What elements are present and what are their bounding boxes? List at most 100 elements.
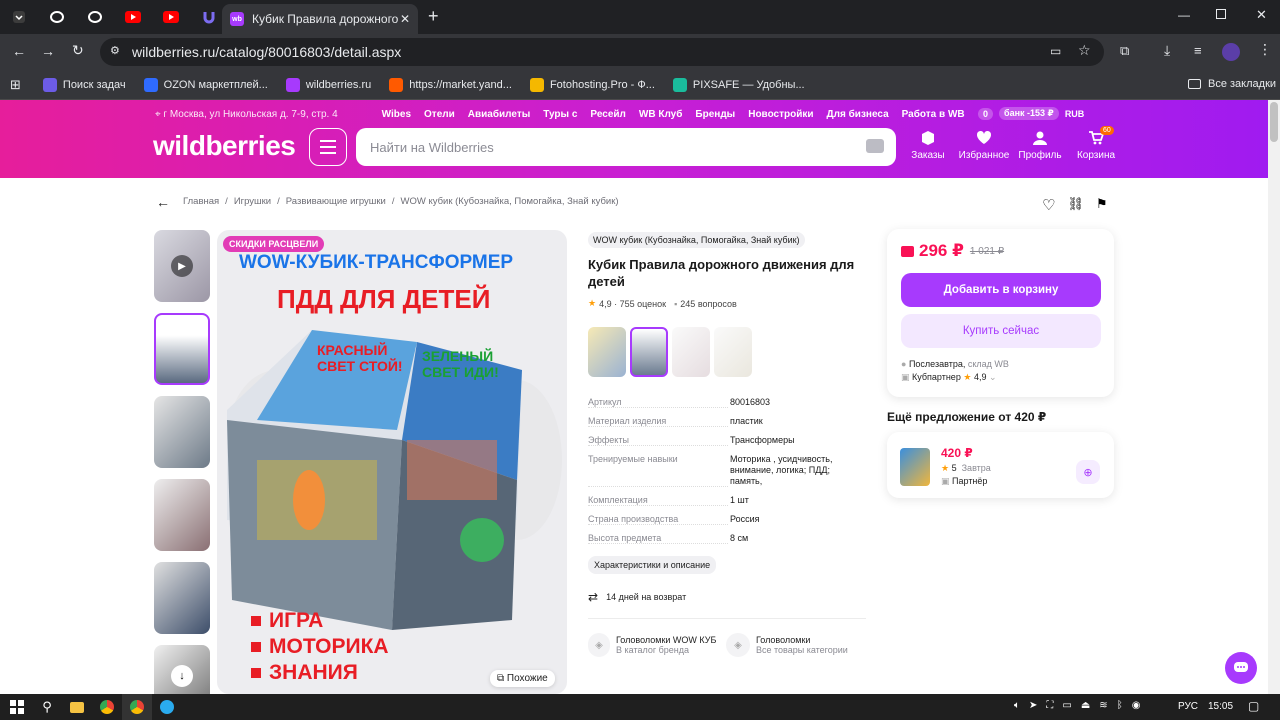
brand-link[interactable]: WOW кубик (Кубознайка, Помогайка, Знай к… — [588, 232, 805, 248]
chrome-tray-icon[interactable]: ◉ — [1132, 700, 1141, 711]
profile-avatar[interactable] — [1222, 43, 1240, 61]
apps-grid-icon[interactable]: ⊞ — [10, 77, 21, 93]
header-link[interactable]: Для бизнеса — [827, 109, 889, 120]
bookmark-star-icon[interactable]: ☆ — [1078, 42, 1091, 59]
orders-button[interactable]: Заказы — [900, 130, 956, 161]
site-info-icon[interactable]: ⚙ — [110, 44, 120, 57]
tab-search-button[interactable] — [0, 3, 38, 31]
bookmark-item[interactable]: OZON маркетплей... — [143, 77, 268, 92]
characteristics-button[interactable]: Характеристики и описание — [588, 556, 717, 574]
rating-row[interactable]: ★ 4,9 · 755 оценок ▪ 245 вопросов — [588, 298, 866, 309]
usb-icon[interactable]: ⏏ — [1081, 700, 1090, 711]
breadcrumb-item[interactable]: Игрушки — [234, 196, 271, 207]
camera-icon[interactable] — [866, 139, 884, 153]
bookmark-item[interactable]: Fotohosting.Pro - Ф... — [529, 77, 655, 92]
minimize-button[interactable]: — — [1178, 8, 1190, 22]
windows-start-icon[interactable] — [2, 694, 32, 720]
bookmark-item[interactable]: Поиск задач — [42, 77, 126, 92]
close-window-button[interactable]: ✕ — [1256, 7, 1267, 23]
location-link[interactable]: ⌖ г Москва, ул Никольская д. 7-9, стр. 4 — [155, 109, 351, 120]
back-button[interactable]: ← — [12, 43, 26, 59]
menu-icon[interactable]: ⋮ — [1258, 41, 1272, 58]
bluetooth-icon[interactable]: ᛒ — [1117, 700, 1123, 711]
breadcrumb-item[interactable]: WOW кубик (Кубознайка, Помогайка, Знай к… — [401, 196, 619, 207]
seller-link[interactable]: ▣ Кубпартнер ★ 4,9 ⌄ — [901, 371, 1100, 384]
close-tab-icon[interactable]: ✕ — [400, 12, 410, 26]
balance-widget[interactable]: 0 банк -153 ₽ RUB — [978, 107, 1084, 120]
category-link[interactable]: ◈ Головоломки WOW КУБ В каталог бренда — [588, 633, 716, 657]
variant-option[interactable] — [714, 327, 752, 377]
reload-button[interactable]: ↻ — [72, 42, 84, 59]
telegram-tray-icon[interactable]: ➤ — [1029, 700, 1037, 711]
page-scrollbar[interactable] — [1268, 100, 1280, 694]
downloads-icon[interactable]: ⤓ — [1164, 42, 1170, 59]
thumbnail[interactable] — [154, 562, 210, 634]
search-icon[interactable]: ⚲ — [32, 694, 62, 720]
video-thumbnail[interactable]: ▶ — [154, 230, 210, 302]
other-offer-card[interactable]: 420 ₽ ★ 5 Завтра ▣ Партнёр ⊕ — [887, 432, 1114, 498]
header-link[interactable]: Ресейл — [590, 109, 625, 120]
variant-option-selected[interactable] — [630, 327, 668, 377]
variant-option[interactable] — [672, 327, 710, 377]
new-tab-button[interactable]: + — [428, 6, 439, 27]
wifi-icon[interactable]: ≋ — [1099, 700, 1107, 711]
breadcrumb-item[interactable]: Развивающие игрушки — [286, 196, 386, 207]
scroll-down-icon[interactable]: ↓ — [171, 665, 193, 687]
youtube-tab-icon[interactable] — [114, 3, 152, 31]
opera-tab-icon[interactable] — [38, 3, 76, 31]
favorite-heart-icon[interactable]: ♡ — [1042, 196, 1055, 214]
buy-now-button[interactable]: Купить сейчас — [901, 314, 1101, 348]
variant-option[interactable] — [588, 327, 626, 377]
breadcrumb-item[interactable]: Главная — [183, 196, 219, 207]
bookmark-item[interactable]: https://market.yand... — [389, 77, 512, 92]
cart-button[interactable]: Корзина 60 — [1068, 126, 1124, 161]
report-icon[interactable]: ⚑ — [1096, 196, 1108, 214]
add-to-cart-button[interactable]: Добавить в корзину — [901, 273, 1101, 307]
offer-cart-button[interactable]: ⊕ — [1076, 460, 1100, 484]
header-link[interactable]: Работа в WB — [902, 109, 965, 120]
header-link[interactable]: Бренды — [695, 109, 735, 120]
all-bookmarks[interactable]: Все закладки — [1188, 78, 1276, 90]
file-explorer-icon[interactable] — [62, 694, 92, 720]
header-link[interactable]: Wibes — [382, 109, 411, 120]
chrome-active-icon[interactable] — [122, 694, 152, 720]
maximize-button[interactable] — [1216, 9, 1226, 19]
chrome-icon[interactable] — [92, 694, 122, 720]
back-arrow-icon[interactable]: ← — [156, 194, 170, 210]
bookmark-item[interactable]: PIXSAFE — Удобны... — [672, 77, 805, 92]
address-bar[interactable]: ⚙ wildberries.ru/catalog/80016803/detail… — [100, 38, 1104, 66]
youtube-tab-icon[interactable] — [152, 3, 190, 31]
thumbnail-selected[interactable] — [154, 313, 210, 385]
clock[interactable]: 15:05 — [1208, 701, 1233, 712]
notifications-icon[interactable]: ▢ — [1248, 699, 1259, 713]
header-link[interactable]: Отели — [424, 109, 455, 120]
search-input[interactable]: Найти на Wildberries — [356, 128, 896, 166]
thumbnail[interactable] — [154, 479, 210, 551]
telegram-icon[interactable] — [152, 694, 182, 720]
opera-tab-icon[interactable] — [76, 3, 114, 31]
share-link-icon[interactable]: ⛓ — [1067, 196, 1084, 214]
wb-logo[interactable]: wildberries — [153, 130, 296, 162]
header-link[interactable]: WB Клуб — [639, 109, 683, 120]
thumbnail[interactable] — [154, 396, 210, 468]
forward-button[interactable]: → — [41, 43, 55, 59]
menu-burger-button[interactable] — [309, 128, 347, 166]
similar-button[interactable]: ⧉ Похожие — [490, 670, 555, 687]
volume-icon[interactable]: 🔈︎ — [1014, 700, 1020, 711]
media-icon[interactable]: ≡ — [1194, 43, 1202, 58]
install-icon[interactable]: ▭ — [1050, 44, 1061, 58]
language-indicator[interactable]: РУС — [1178, 701, 1198, 712]
category-link[interactable]: ◈ Головоломки Все товары категории — [726, 633, 866, 657]
battery-icon[interactable]: ▭ — [1062, 700, 1071, 711]
chat-button[interactable] — [1225, 652, 1257, 684]
thumbnail[interactable]: ↓ — [154, 645, 210, 694]
screenshot-icon[interactable]: ⛶ — [1046, 700, 1053, 711]
active-tab[interactable]: wb Кубик Правила дорожного дв ✕ — [222, 4, 418, 34]
bookmark-item[interactable]: wildberries.ru — [285, 77, 371, 92]
main-product-image[interactable]: WOW-КУБИК-ТРАНСФОРМЕР ПДД ДЛЯ ДЕТЕЙ КРАС… — [217, 230, 567, 694]
profile-button[interactable]: Профиль — [1012, 130, 1068, 161]
header-link[interactable]: Авиабилеты — [468, 109, 531, 120]
extensions-icon[interactable]: ⧉ — [1120, 43, 1129, 59]
favorites-button[interactable]: Избранное — [956, 130, 1012, 161]
header-link[interactable]: Новостройки — [748, 109, 813, 120]
